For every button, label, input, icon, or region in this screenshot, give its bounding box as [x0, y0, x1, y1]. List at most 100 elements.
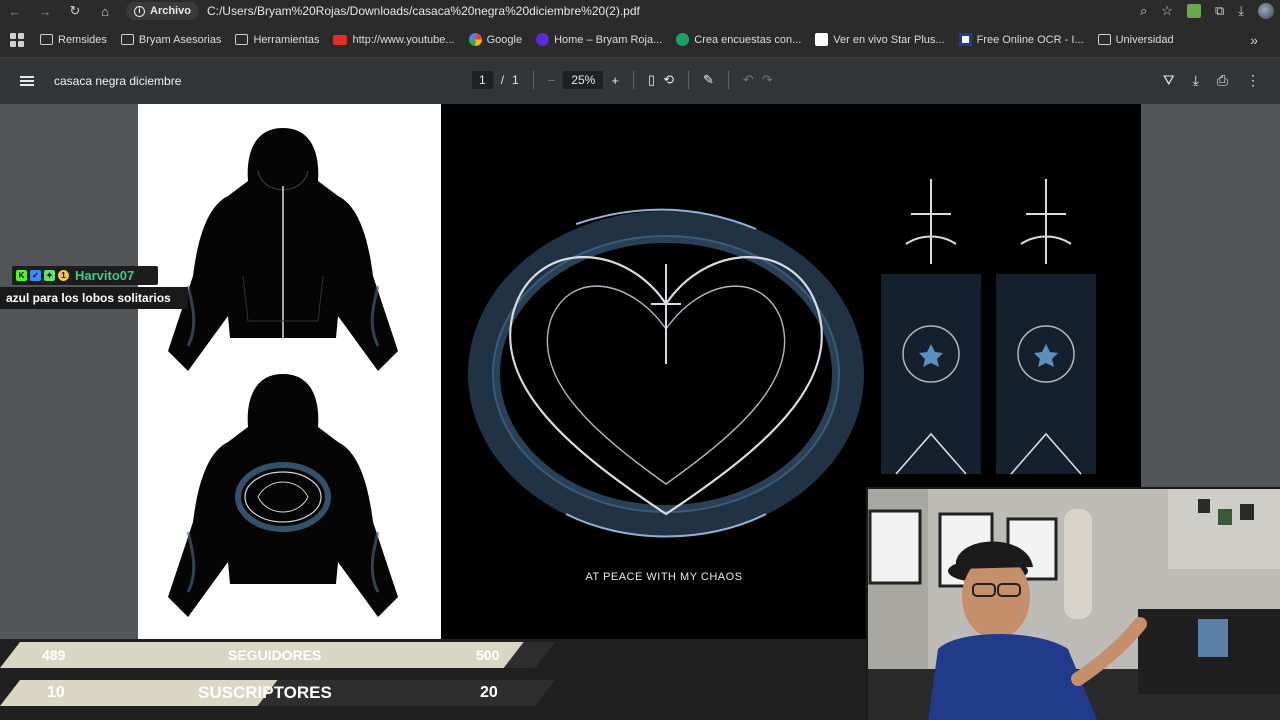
hoodie-back-image	[168, 374, 398, 617]
google-icon	[468, 33, 482, 46]
bookmark-label: Bryam Asesorias	[138, 33, 222, 46]
bookmarks-bar: Remsides Bryam Asesorias Herramientas ht…	[0, 22, 1280, 58]
folder-icon	[1097, 34, 1111, 45]
bookmark-label: Universidad	[1115, 33, 1174, 46]
bookmark-crea-encuestas[interactable]: Crea encuestas con...	[676, 33, 801, 46]
hoodie-mockup-page	[138, 104, 441, 639]
verified-badge-icon: ✓	[30, 270, 41, 281]
pdf-toolbar: casaca negra diciembre 1 / 1 − 25% + ▯ ⟲…	[0, 58, 1280, 104]
forward-arrow-icon: →	[38, 3, 52, 19]
chat-username: Harvito07	[75, 268, 135, 283]
chevron-right-icon[interactable]: »	[1250, 32, 1258, 48]
divider	[727, 71, 729, 89]
bookmark-star-plus[interactable]: Ver en vivo Star Plus...	[815, 33, 945, 46]
webcam-scene-image	[868, 489, 1280, 720]
bookmark-herramientas[interactable]: Herramientas	[235, 34, 319, 46]
divider	[632, 71, 634, 89]
address-bar[interactable]: i Archivo C:/Users/Bryam%20Rojas/Downloa…	[126, 1, 640, 21]
info-icon: i	[134, 5, 145, 17]
zoom-out-icon[interactable]: −	[548, 73, 556, 88]
followers-goal: 500	[476, 647, 500, 663]
bookmark-bryam-asesorias[interactable]: Bryam Asesorias	[120, 33, 222, 46]
puzzle-extensions-icon[interactable]: ⧉	[1215, 3, 1224, 19]
more-vert-icon[interactable]: ⋮	[1246, 72, 1260, 89]
bookmark-label: Ver en vivo Star Plus...	[833, 33, 945, 46]
bookmark-label: Home – Bryam Roja...	[554, 33, 663, 46]
kick-badge-icon: K	[16, 270, 27, 281]
divider	[532, 71, 534, 89]
annotate-icon[interactable]: ✎	[703, 72, 714, 88]
redo-icon[interactable]: ↷	[762, 72, 773, 88]
artwork-tagline: AT PEACE WITH MY CHAOS	[585, 571, 743, 583]
bookmark-universidad[interactable]: Universidad	[1097, 33, 1174, 46]
bookmark-youtube[interactable]: http://www.youtube...	[333, 33, 455, 46]
folder-icon	[40, 34, 53, 45]
hoodie-front-image	[168, 128, 398, 371]
menu-icon[interactable]	[20, 76, 34, 86]
print-icon[interactable]: ⎙	[1217, 72, 1228, 89]
fit-page-icon[interactable]: ▯	[648, 72, 655, 88]
url-text[interactable]: C:/Users/Bryam%20Rojas/Downloads/casaca%…	[207, 4, 640, 18]
zoom-in-icon[interactable]: +	[611, 73, 619, 88]
followers-label: SEGUIDORES	[228, 647, 322, 663]
ocr-icon	[958, 33, 972, 46]
forward-button[interactable]: →	[30, 0, 60, 22]
browser-address-row: ← → ↻ ⌂ i Archivo C:/Users/Bryam%20Rojas…	[0, 0, 1280, 22]
heart-artwork-graphic	[468, 208, 864, 538]
site-icon	[536, 33, 550, 46]
subscribers-label: SUSCRIPTORES	[198, 683, 332, 702]
bookmark-label: Herramientas	[253, 33, 320, 46]
page-total: 1	[512, 73, 519, 87]
bookmark-label: Google	[486, 33, 523, 46]
chat-message: azul para los lobos solitarios	[0, 287, 188, 309]
reload-button[interactable]: ↻	[60, 0, 90, 22]
browser-actions: ⌕ ☆ ⧉ ⤓	[1140, 0, 1274, 22]
sleeve-artwork-graphic	[881, 179, 1096, 475]
bookmark-home-bryam[interactable]: Home – Bryam Roja...	[536, 33, 662, 46]
extension-icon[interactable]	[1186, 4, 1201, 18]
followers-goal-bar: 489 SEGUIDORES 500	[0, 642, 555, 668]
subscribers-goal-bar: 10 SUSCRIPTORES 20	[0, 680, 555, 706]
drive-save-icon[interactable]: ⛛	[1163, 72, 1175, 89]
subscribers-goal: 20	[480, 684, 498, 701]
reload-icon: ↻	[69, 3, 81, 18]
number-badge-icon: 1	[58, 270, 69, 281]
back-button[interactable]: ←	[0, 0, 30, 22]
rotate-icon[interactable]: ⟲	[663, 72, 674, 88]
bookmark-label: http://www.youtube...	[352, 33, 455, 46]
bookmark-label: Crea encuestas con...	[694, 33, 802, 46]
bookmark-free-ocr[interactable]: Free Online OCR - I...	[958, 33, 1084, 46]
page-icon	[815, 33, 829, 46]
download-icon[interactable]: ⤓	[1193, 72, 1199, 89]
bookmark-remsides[interactable]: Remsides	[40, 34, 107, 46]
apps-grid-icon[interactable]	[10, 32, 24, 47]
page-number-input[interactable]: 1	[472, 71, 493, 89]
back-arrow-icon: ←	[8, 3, 22, 19]
pdf-actions: ⛛ ⤓ ⎙ ⋮	[1163, 72, 1260, 89]
bookmark-star-icon[interactable]: ☆	[1161, 3, 1173, 19]
site-info-chip[interactable]: i Archivo	[126, 2, 199, 20]
document-title: casaca negra diciembre	[54, 74, 182, 88]
zoom-input[interactable]: 25%	[563, 71, 604, 89]
star-badge-icon: ✦	[44, 270, 55, 281]
forms-icon	[676, 33, 690, 46]
bookmark-label: Remsides	[58, 33, 107, 46]
home-icon: ⌂	[101, 3, 109, 19]
screen: ← → ↻ ⌂ i Archivo C:/Users/Bryam%20Rojas…	[0, 0, 1280, 720]
profile-avatar[interactable]	[1258, 3, 1274, 19]
download-icon[interactable]: ⤓	[1238, 3, 1244, 19]
youtube-icon	[333, 34, 348, 45]
divider	[688, 71, 689, 89]
bookmark-label: Free Online OCR - I...	[976, 33, 1084, 46]
zoom-icon[interactable]: ⌕	[1140, 3, 1147, 19]
subscribers-current: 10	[47, 684, 65, 701]
chat-user-row: K ✓ ✦ 1 Harvito07	[12, 266, 158, 285]
site-chip-label: Archivo	[150, 5, 191, 17]
undo-icon[interactable]: ↶	[743, 72, 754, 88]
bookmark-google[interactable]: Google	[468, 33, 523, 46]
home-button[interactable]: ⌂	[90, 0, 120, 22]
page-separator: /	[500, 73, 505, 87]
webcam-feed	[866, 487, 1280, 720]
folder-icon	[235, 34, 249, 45]
followers-current: 489	[42, 647, 66, 663]
